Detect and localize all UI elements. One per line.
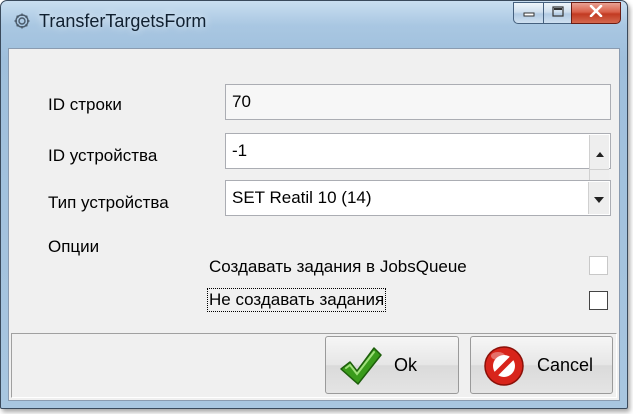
create-jobs-checkbox[interactable] xyxy=(589,256,608,275)
minimize-icon xyxy=(523,4,535,22)
button-panel: Ok Cancel xyxy=(11,333,617,398)
options-label: Опции xyxy=(48,237,100,256)
maximize-button[interactable] xyxy=(543,2,571,24)
device-type-select[interactable]: SET Reatil 10 (14) xyxy=(225,180,611,216)
create-jobs-label[interactable]: Создавать задания в JobsQueue xyxy=(209,257,467,277)
arrow-up-icon xyxy=(595,135,604,169)
check-icon xyxy=(338,345,382,392)
ok-label: Ok xyxy=(394,355,418,375)
row-id-field[interactable]: 70 xyxy=(225,84,611,120)
spin-up-button[interactable] xyxy=(589,135,609,170)
window-controls xyxy=(513,2,621,26)
row-id-label: ID строки xyxy=(48,95,122,114)
device-id-stepper[interactable]: -1 xyxy=(225,133,611,204)
dropdown-button[interactable] xyxy=(588,182,609,214)
cancel-button[interactable]: Cancel xyxy=(470,336,613,394)
window-title: TransferTargetsForm xyxy=(39,11,207,31)
device-type-value: SET Reatil 10 (14) xyxy=(232,188,372,207)
window: TransferTargetsForm ID строки 70 ID устр… xyxy=(0,0,628,409)
device-id-label: ID устройства xyxy=(48,146,158,165)
spinner-buttons xyxy=(589,135,609,204)
row-id-value: 70 xyxy=(232,92,251,111)
title-bar[interactable]: TransferTargetsForm xyxy=(1,1,627,41)
chevron-down-icon xyxy=(594,181,604,215)
ok-button[interactable]: Ok xyxy=(325,336,459,394)
close-icon xyxy=(589,4,603,22)
form-body: ID строки 70 ID устройства -1 Тип устрой… xyxy=(8,48,620,401)
device-id-value: -1 xyxy=(232,141,248,160)
maximize-icon xyxy=(551,4,564,22)
minimize-button[interactable] xyxy=(513,2,543,24)
gear-icon[interactable] xyxy=(13,12,31,30)
close-button[interactable] xyxy=(571,2,621,24)
no-create-jobs-checkbox[interactable] xyxy=(589,291,608,310)
cancel-label: Cancel xyxy=(537,355,594,375)
device-type-label: Тип устройства xyxy=(48,193,169,212)
no-create-jobs-label[interactable]: Не создавать задания xyxy=(206,288,387,312)
no-entry-icon xyxy=(483,345,525,392)
